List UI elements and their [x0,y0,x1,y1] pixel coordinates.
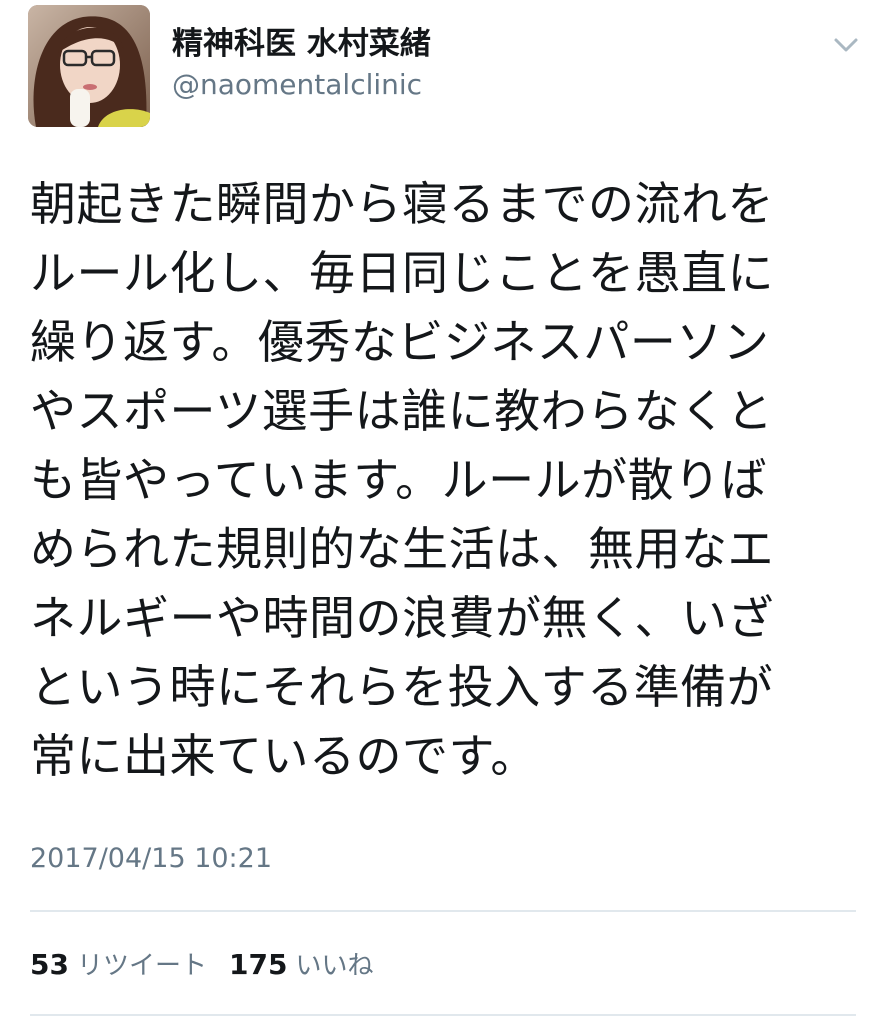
divider [30,910,856,912]
tweet-card: 精神科医 水村菜緒 @naomentalclinic 朝起きた瞬間から寝るまでの… [0,0,886,1024]
retweet-count: 53 [30,948,69,981]
retweet-label: リツイート [76,951,207,981]
like-stat[interactable]: 175 いいね [229,945,373,982]
retweet-stat[interactable]: 53 リツイート [30,945,207,982]
profile-photo [28,5,150,127]
like-label: いいね [295,951,374,981]
avatar[interactable] [28,5,150,127]
tweet-timestamp[interactable]: 2017/04/15 10:21 [30,841,272,877]
tweet-text: 朝起きた瞬間から寝るまでの流れを ルール化し、毎日同じことを愚直に 繰り返す。優… [30,177,774,783]
display-name[interactable]: 精神科医 水村菜緒 [172,24,431,64]
chevron-down-icon[interactable] [828,30,864,60]
like-count: 175 [228,948,288,981]
divider [30,1014,856,1016]
user-handle[interactable]: @naomentalclinic [172,67,422,103]
tweet-stats: 53 リツイート 175 いいね [30,945,373,985]
